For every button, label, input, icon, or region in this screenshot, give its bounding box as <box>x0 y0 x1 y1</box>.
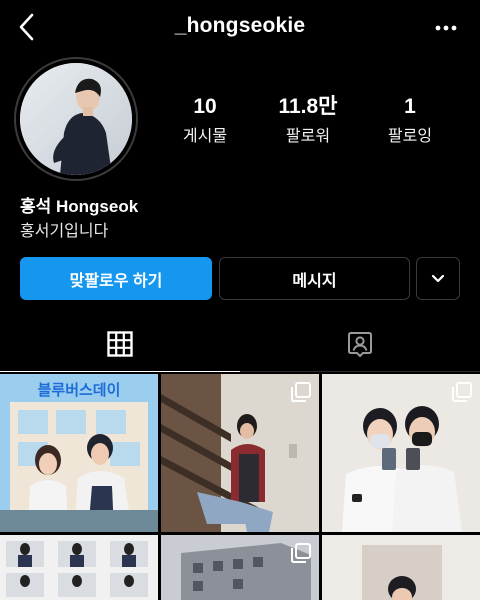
following-count-value: 1 <box>404 95 416 118</box>
suggested-accounts-button[interactable] <box>416 257 460 300</box>
posts-count-value: 10 <box>193 95 217 118</box>
followers-count-label: 팔로워 <box>285 128 331 145</box>
post-thumbnail[interactable] <box>0 535 158 600</box>
tagged-person-icon <box>348 331 372 357</box>
multiple-photos-icon <box>452 382 472 402</box>
following-count[interactable]: 1 팔로잉 <box>360 96 460 146</box>
multiple-photos-icon <box>291 543 311 563</box>
avatar-ring[interactable] <box>14 57 138 181</box>
username-title: _hongseokie <box>174 14 306 37</box>
profile-display-name: 홍석 Hongseok <box>20 197 139 216</box>
post-thumbnail[interactable] <box>161 535 319 600</box>
chevron-down-icon <box>431 274 445 283</box>
follow-back-button[interactable]: 맞팔로우 하기 <box>20 257 212 300</box>
post-thumbnail[interactable]: 블루버스데이 <box>0 374 158 532</box>
grid-icon <box>107 330 133 357</box>
posts-grid: 블루버스데이 <box>0 374 480 600</box>
following-count-label: 팔로잉 <box>387 128 433 145</box>
multiple-photos-icon <box>291 382 311 402</box>
more-horizontal-icon <box>435 25 457 31</box>
followers-count-value: 11.8만 <box>278 95 338 118</box>
profile-tabs <box>0 316 480 372</box>
profile-bio: 홍서기입니다 <box>20 223 109 240</box>
post-thumbnail[interactable] <box>322 374 480 532</box>
post-poster-title: 블루버스데이 <box>38 381 121 399</box>
profile-header: _hongseokie <box>0 0 480 54</box>
post-thumbnail[interactable] <box>161 374 319 532</box>
posts-count: 10 게시물 <box>155 96 255 146</box>
posts-count-label: 게시물 <box>182 128 228 145</box>
tab-posts-grid[interactable] <box>0 316 240 372</box>
post-thumbnail[interactable] <box>322 535 480 600</box>
followers-count[interactable]: 11.8만 팔로워 <box>258 96 358 146</box>
tab-tagged[interactable] <box>240 316 480 372</box>
avatar <box>20 63 132 175</box>
message-button[interactable]: 메시지 <box>219 257 410 300</box>
more-options-button[interactable] <box>434 18 458 38</box>
